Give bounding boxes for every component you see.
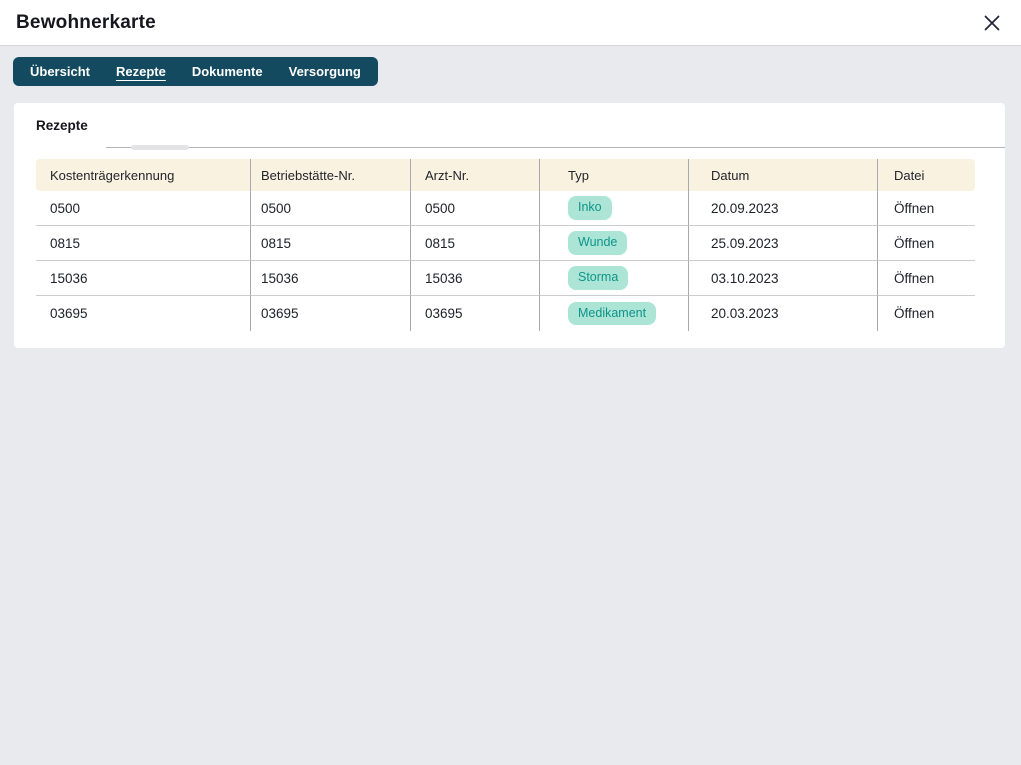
cell-datum: 25.09.2023 — [688, 226, 877, 261]
cell-datei: Öffnen — [877, 226, 975, 261]
cell-arzt-nr: 0500 — [410, 191, 539, 226]
cell-arzt-nr: 03695 — [410, 296, 539, 331]
cell-kostentraegerkennung: 03695 — [36, 296, 250, 331]
cell-datum: 20.09.2023 — [688, 191, 877, 226]
table-row: 03695 03695 03695 Medikament 20.03.2023 … — [36, 296, 975, 331]
cell-kostentraegerkennung: 0815 — [36, 226, 250, 261]
tab-rezepte[interactable]: Rezepte — [103, 57, 179, 86]
cell-betriebsstaette-nr: 0815 — [250, 226, 410, 261]
typ-badge: Storma — [568, 266, 628, 290]
close-icon — [982, 13, 1002, 33]
close-button[interactable] — [979, 10, 1005, 36]
cell-datei: Öffnen — [877, 191, 975, 226]
rezepte-table: Kostenträgerkennung Betriebstätte-Nr. Ar… — [36, 159, 975, 331]
open-file-link[interactable]: Öffnen — [894, 306, 934, 321]
typ-badge: Inko — [568, 196, 612, 220]
table-header-row: Kostenträgerkennung Betriebstätte-Nr. Ar… — [36, 159, 975, 191]
cell-typ: Inko — [539, 191, 688, 226]
cell-betriebsstaette-nr: 0500 — [250, 191, 410, 226]
table-row: 15036 15036 15036 Storma 03.10.2023 Öffn… — [36, 261, 975, 296]
typ-badge: Medikament — [568, 302, 656, 326]
open-file-link[interactable]: Öffnen — [894, 201, 934, 216]
cell-typ: Wunde — [539, 226, 688, 261]
window-header: Bewohnerkarte — [0, 0, 1021, 46]
tab-uebersicht[interactable]: Übersicht — [17, 57, 103, 86]
open-file-link[interactable]: Öffnen — [894, 271, 934, 286]
cell-typ: Medikament — [539, 296, 688, 331]
cell-betriebsstaette-nr: 15036 — [250, 261, 410, 296]
column-header-datei: Datei — [877, 159, 975, 191]
cell-datei: Öffnen — [877, 261, 975, 296]
typ-badge: Wunde — [568, 231, 627, 255]
cell-datum: 03.10.2023 — [688, 261, 877, 296]
column-header-datum: Datum — [688, 159, 877, 191]
scrollbar-thumb[interactable] — [131, 145, 189, 150]
column-header-kostentraegerkennung: Kostenträgerkennung — [36, 159, 250, 191]
open-file-link[interactable]: Öffnen — [894, 236, 934, 251]
cell-kostentraegerkennung: 15036 — [36, 261, 250, 296]
scrollbar-track — [106, 147, 1005, 148]
column-header-typ: Typ — [539, 159, 688, 191]
page-title: Bewohnerkarte — [16, 12, 156, 34]
cell-arzt-nr: 0815 — [410, 226, 539, 261]
cell-arzt-nr: 15036 — [410, 261, 539, 296]
horizontal-scrollbar[interactable] — [14, 144, 1005, 150]
tab-bar: Übersicht Rezepte Dokumente Versorgung — [13, 57, 378, 86]
rezepte-panel: Rezepte Kostenträgerkennung Betriebstätt… — [14, 103, 1005, 348]
cell-typ: Storma — [539, 261, 688, 296]
table-row: 0500 0500 0500 Inko 20.09.2023 Öffnen — [36, 191, 975, 226]
cell-datei: Öffnen — [877, 296, 975, 331]
column-header-arzt-nr: Arzt-Nr. — [410, 159, 539, 191]
column-header-betriebsstaette-nr: Betriebstätte-Nr. — [250, 159, 410, 191]
cell-kostentraegerkennung: 0500 — [36, 191, 250, 226]
tab-dokumente[interactable]: Dokumente — [179, 57, 276, 86]
cell-datum: 20.03.2023 — [688, 296, 877, 331]
cell-betriebsstaette-nr: 03695 — [250, 296, 410, 331]
table-row: 0815 0815 0815 Wunde 25.09.2023 Öffnen — [36, 226, 975, 261]
panel-heading: Rezepte — [36, 118, 1005, 133]
tab-versorgung[interactable]: Versorgung — [276, 57, 374, 86]
